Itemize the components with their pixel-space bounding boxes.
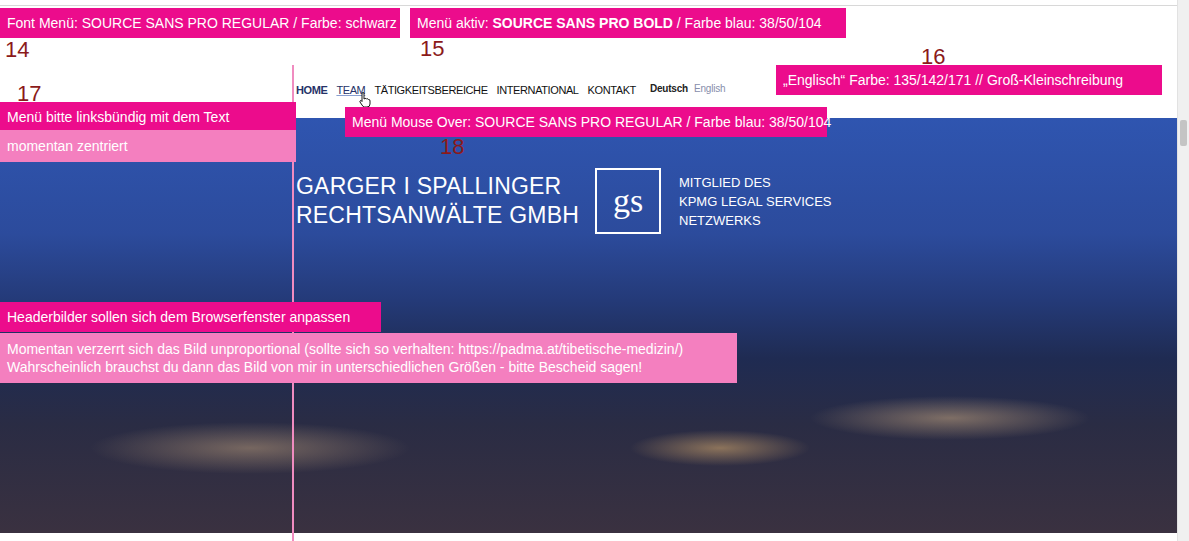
annotation-label: Menü aktiv: SOURCE SANS PRO BOLD / Farbe… <box>410 8 846 38</box>
company-name-line: RECHTSANWÄLTE GMBH <box>296 201 579 230</box>
annotation-text: Menü bitte linksbündig mit dem Text <box>7 109 229 125</box>
membership-line: KPMG LEGAL SERVICES <box>679 192 831 211</box>
annotation-text-style: Headerbilder sollen sich dem Browserfens… <box>7 309 350 325</box>
hand-cursor-icon <box>359 92 371 108</box>
annotation-number: 14 <box>5 38 29 62</box>
membership-line: NETZWERKS <box>679 211 831 230</box>
menu-item-state: TEAM <box>336 84 365 96</box>
annotation-text-style: Font Menü: SOURCE SANS PRO REGULAR / Far… <box>7 15 397 31</box>
company-name: GARGER I SPALLINGERRECHTSANWÄLTE GMBH <box>296 172 579 230</box>
annotation-note: momentan zentriert <box>0 130 296 162</box>
menu-label[interactable]: TÄTIGKEITSBEREICHE <box>374 84 487 96</box>
annotation-label: Headerbilder sollen sich dem Browserfens… <box>0 302 381 332</box>
main-menu: HOME TEAM TÄTIGKEITSBEREICHE INTERNATIONAL K… <box>296 82 636 98</box>
menu-item[interactable]: HOME <box>296 82 327 98</box>
annotation-note-line: momentan zentriert <box>7 137 289 155</box>
company-name-line: GARGER I SPALLINGER <box>296 172 579 201</box>
monogram-box: gs <box>595 168 661 234</box>
page-body <box>0 533 1177 541</box>
language-switch: Deutsch English <box>650 82 725 94</box>
annotation-number: 16 <box>921 45 945 69</box>
annotation-label: Menü Mouse Over: SOURCE SANS PRO REGULAR… <box>345 107 827 137</box>
annotation-label: Font Menü: SOURCE SANS PRO REGULAR / Far… <box>0 8 400 38</box>
menu-label[interactable]: TEAM <box>336 84 365 96</box>
annotation-text: Headerbilder sollen sich dem Browserfens… <box>7 309 350 325</box>
menu-label[interactable]: HOME <box>296 84 327 96</box>
annotation-text: „Englisch“ Farbe: 135/142/171 // Groß-Kl… <box>783 72 1123 88</box>
membership-line: MITGLIED DES <box>679 173 831 192</box>
menu-label[interactable]: KONTAKT <box>588 84 636 96</box>
menu-item[interactable]: TÄTIGKEITSBEREICHE <box>374 82 487 98</box>
menu-item[interactable]: TEAM <box>336 82 365 98</box>
annotation-note-line: Wahrscheinlich brauchst du dann das Bild… <box>7 358 730 376</box>
language-label[interactable]: English <box>694 83 725 94</box>
annotation-label: Menü bitte linksbündig mit dem Text <box>0 102 296 132</box>
annotation-text-style: / Farbe blau: 38/50/104 <box>673 15 822 31</box>
membership-text: MITGLIED DESKPMG LEGAL SERVICESNETZWERKS <box>679 173 831 230</box>
scrollbar-thumb[interactable] <box>1180 120 1187 146</box>
scrollbar[interactable] <box>1177 0 1189 541</box>
menu-item-state: HOME <box>296 84 327 96</box>
menu-label[interactable]: INTERNATIONAL <box>497 84 579 96</box>
language-label[interactable]: Deutsch <box>650 83 688 94</box>
menu-item-state: INTERNATIONAL <box>497 84 579 96</box>
annotation-text-style: Menü aktiv: <box>417 15 492 31</box>
menu-item[interactable]: KONTAKT <box>588 82 636 98</box>
annotation-text: Menü Mouse Over: SOURCE SANS PRO REGULAR… <box>352 114 831 130</box>
annotation-text: / Farbe blau: 38/50/104 <box>673 15 822 31</box>
annotation-text-style: „Englisch“ Farbe: 135/142/171 // Groß-Kl… <box>783 72 1123 88</box>
menu-item-state: TÄTIGKEITSBEREICHE <box>374 84 487 96</box>
annotation-text: Font Menü: SOURCE SANS PRO REGULAR / Far… <box>7 15 397 31</box>
annotation-number: 17 <box>17 82 41 106</box>
menu-item-state: KONTAKT <box>588 84 636 96</box>
annotation-text-style: Menü Mouse Over: SOURCE SANS PRO REGULAR… <box>352 114 831 130</box>
menu-item[interactable]: INTERNATIONAL <box>497 82 579 98</box>
language-option[interactable]: English <box>694 83 725 94</box>
annotation-number: 18 <box>440 135 464 159</box>
language-option[interactable]: Deutsch <box>650 83 688 94</box>
company-logo[interactable]: GARGER I SPALLINGERRECHTSANWÄLTE GMBH gs M… <box>296 168 1177 234</box>
annotation-label: „Englisch“ Farbe: 135/142/171 // Groß-Kl… <box>776 65 1162 95</box>
annotation-number: 15 <box>420 37 444 61</box>
annotation-text-style: Menü bitte linksbündig mit dem Text <box>7 109 229 125</box>
annotation-text-style: SOURCE SANS PRO BOLD <box>492 15 672 31</box>
annotation-note-line: Momentan verzerrt sich das Bild unpropor… <box>7 340 730 358</box>
annotation-note: Momentan verzerrt sich das Bild unpropor… <box>0 333 737 383</box>
monogram: gs <box>613 184 643 218</box>
annotation-text: Menü aktiv: <box>417 15 492 31</box>
annotation-text: SOURCE SANS PRO BOLD <box>492 15 672 31</box>
